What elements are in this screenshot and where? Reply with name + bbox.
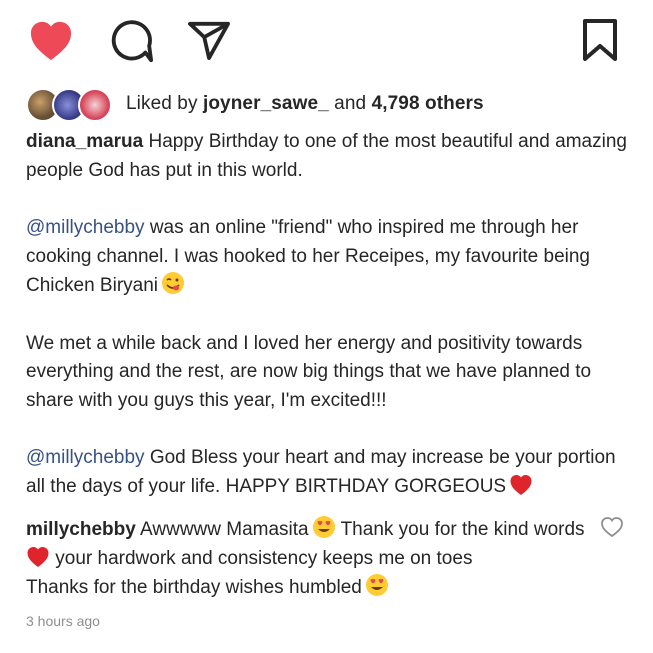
comment-reply: millychebby Awwwww Mamasita Thank you fo… [26,515,586,602]
caption-text: We met a while back and I loved her ener… [26,332,592,411]
avatar [78,88,112,122]
reply-text: your hardwork and consistency keeps me o… [50,548,473,569]
heart-icon[interactable] [28,20,74,62]
likes-joiner: and [328,93,372,114]
likes-row[interactable]: Liked by joyner_sawe_ and 4,798 others [26,86,484,122]
red-heart-icon [510,474,532,495]
comment-icon[interactable] [108,20,154,64]
bookmark-icon[interactable] [580,18,620,62]
reply-username[interactable]: millychebby [26,519,136,540]
reply-text: Awwwww Mamasita [135,519,309,540]
heart-eyes-icon [312,516,335,538]
likes-count[interactable]: 4,798 others [372,93,484,114]
heart-eyes-icon [365,574,388,596]
post-timestamp: 3 hours ago [26,613,100,629]
red-heart-icon [27,547,49,567]
yum-face-icon [162,272,184,294]
likes-prefix: Liked by [126,93,203,114]
post-action-bar [0,0,653,80]
liker-username[interactable]: joyner_sawe_ [203,93,329,114]
send-icon[interactable] [186,20,232,60]
reply-text: Thank you for the kind words [335,519,585,540]
likes-summary: Liked by joyner_sawe_ and 4,798 others [126,93,484,115]
caption-username[interactable]: diana_marua [26,131,143,152]
mention-link[interactable]: @millychebby [26,217,145,238]
heart-outline-icon[interactable] [600,516,624,538]
reply-text: Thanks for the birthday wishes humbled [26,577,362,598]
mention-link[interactable]: @millychebby [26,447,145,468]
post-caption: diana_marua Happy Birthday to one of the… [26,128,636,501]
liker-avatars [26,87,116,122]
